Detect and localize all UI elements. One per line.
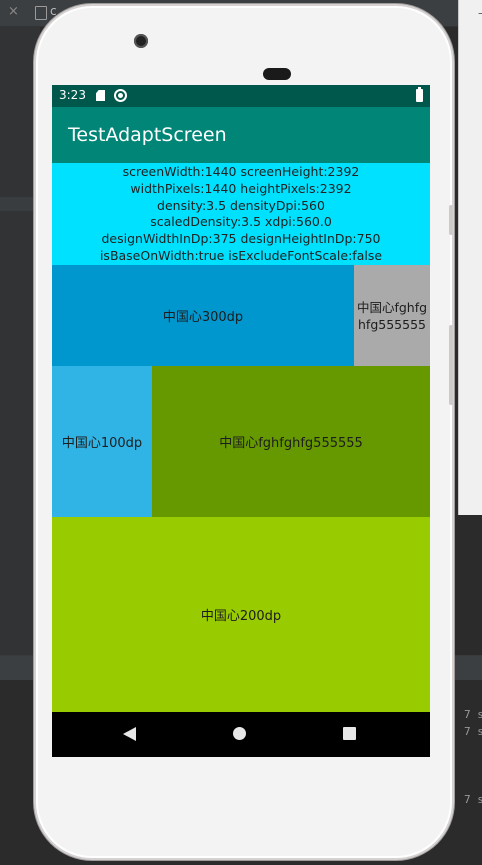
log-line: 7 s <box>464 793 482 806</box>
battery-icon <box>416 87 423 102</box>
block-300dp-label: 中国心300dp <box>162 310 244 325</box>
block-100dp: 中国心100dp <box>52 366 152 517</box>
log-line: 7 s <box>464 725 482 738</box>
info-line: density:3.5 densityDpi:560 <box>157 197 325 213</box>
block-300dp: 中国心300dp <box>52 265 354 366</box>
earpiece-speaker <box>263 68 291 80</box>
navigation-bar <box>52 712 430 757</box>
block-100dp-label: 中国心100dp <box>61 436 143 451</box>
block-200dp-label: 中国心200dp <box>200 609 282 624</box>
info-line: scaledDensity:3.5 xdpi:560.0 <box>150 214 332 230</box>
app-title: TestAdaptScreen <box>68 124 227 146</box>
front-camera <box>134 34 148 48</box>
block-gray-label: 中国心fghfghfg555555 <box>356 299 428 332</box>
recents-icon[interactable] <box>343 727 356 740</box>
info-line: isBaseOnWidth:true isExcludeFontScale:fa… <box>99 247 383 263</box>
device-screen: 3:23 TestAdaptScreen screenWidth:1440 sc… <box>52 85 430 757</box>
ide-right-toolbar: – <box>458 0 482 515</box>
block-200dp: 中国心200dp <box>52 517 430 712</box>
volume-button <box>449 325 453 405</box>
info-line: screenWidth:1440 screenHeight:2392 <box>122 164 360 179</box>
block-gray: 中国心fghfghfg555555 <box>354 265 430 366</box>
sync-icon <box>114 89 127 102</box>
close-tab-icon[interactable]: × <box>8 4 19 19</box>
block-green-label: 中国心fghfghfg555555 <box>219 436 363 451</box>
app-bar: TestAdaptScreen <box>52 107 430 163</box>
status-bar: 3:23 <box>52 85 430 107</box>
status-time: 3:23 <box>59 88 86 102</box>
file-icon <box>35 6 47 20</box>
log-line: 7 s <box>464 708 482 721</box>
info-line: widthPixels:1440 heightPixels:2392 <box>130 180 352 196</box>
home-icon[interactable] <box>233 727 246 740</box>
sd-card-icon <box>96 90 105 101</box>
screen-info-panel: screenWidth:1440 screenHeight:2392 width… <box>52 163 430 265</box>
info-line: designWidthInDp:375 designHeightInDp:750 <box>101 231 381 247</box>
back-icon[interactable] <box>123 727 136 741</box>
toolbar-dash-icon[interactable]: – <box>478 6 482 20</box>
block-green: 中国心fghfghfg555555 <box>152 366 430 517</box>
power-button <box>449 205 453 235</box>
